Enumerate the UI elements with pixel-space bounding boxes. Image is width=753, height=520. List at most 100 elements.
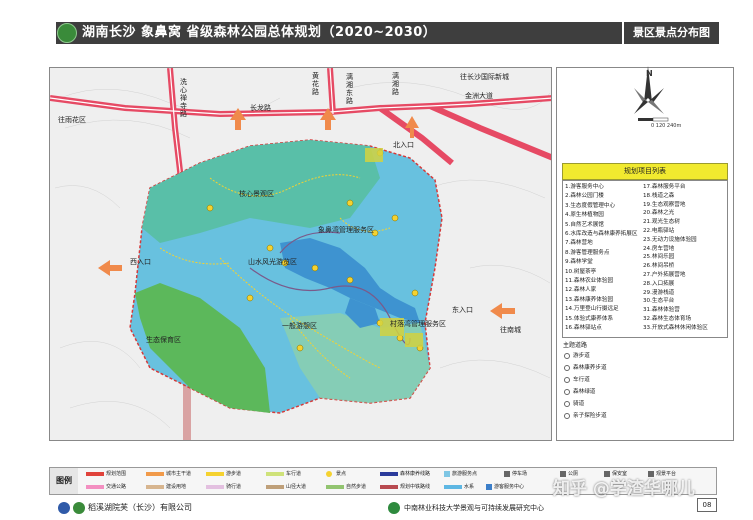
list-item: 21.观光生态树 — [643, 219, 680, 226]
legend-item: 自然步道 — [346, 484, 367, 490]
list-item: 22.电瓶驿站 — [643, 228, 675, 234]
list-item: 27.户外拓展营地 — [643, 272, 686, 278]
entrance-label-west: 西入口 — [130, 258, 151, 266]
legend-swatch — [326, 485, 344, 489]
theme-item: 森林康养步道 — [573, 364, 607, 371]
list-item: 19.生态观察营地 — [643, 201, 686, 208]
road-label-r4: 黄花路 — [312, 72, 319, 96]
compass-rose-icon — [634, 66, 669, 122]
theme-item: 森林绿道 — [573, 388, 596, 395]
legend-item: 规划范围 — [106, 471, 127, 477]
footer-company: 稻溪湖院芙（长沙）有限公司 — [88, 503, 192, 512]
section-title: 景区景点分布图 — [633, 26, 710, 39]
north-label: N — [646, 69, 653, 78]
list-item: 15.体验式康养体系 — [565, 315, 614, 322]
area-label-core: 核心景观区 — [239, 190, 274, 198]
legend-item: 规划中铁路线 — [400, 484, 431, 490]
legend-item: 车行道 — [286, 471, 302, 477]
list-item: 12.森林人家 — [565, 287, 597, 294]
list-item: 20.森林之光 — [643, 210, 675, 217]
legend-item: 骑行道 — [226, 484, 242, 490]
road-label-r1: 洗心禅寺路 — [180, 78, 187, 118]
list-item: 11.森林农业体验园 — [565, 278, 614, 284]
forest-park-logo-icon — [57, 23, 77, 43]
footer-institution: 中南林业科技大学景观与可持续发展研究中心 — [404, 504, 544, 512]
road-label-r9: 往南城 — [500, 326, 521, 334]
legend-swatch — [380, 485, 398, 489]
legend-swatch — [206, 472, 224, 476]
legend-item: 景点 — [336, 471, 347, 477]
road-label-r5: 漓湘东路 — [346, 73, 353, 105]
list-item: 32.森林生态体育场 — [643, 316, 692, 322]
legend-item: 城市主干道 — [166, 471, 192, 477]
legend-item: 保安室 — [612, 471, 628, 477]
road-label-r2: 长龙路 — [250, 104, 271, 112]
company-logo-icon — [58, 502, 70, 514]
theme-swatch — [564, 401, 570, 407]
legend-swatch — [86, 485, 104, 489]
map-panel[interactable]: 核心景观区 象鼻湾管理服务区 山水风光游览区 一般游憩区 生态保育区 村落湾管理… — [49, 67, 552, 441]
legend-swatch — [86, 472, 104, 476]
legend-swatch — [444, 471, 450, 477]
list-item: 6.水库改造与森林康养拓展区 — [565, 231, 638, 237]
list-item: 30.生态平台 — [643, 298, 675, 305]
legend-item: 水系 — [464, 484, 475, 490]
park-map — [50, 68, 551, 440]
viewpoint-icon — [648, 471, 654, 477]
theme-item: 游步道 — [573, 352, 590, 359]
legend-item: 公厕 — [568, 471, 579, 477]
area-label-cundong: 村落湾管理服务区 — [390, 320, 446, 328]
legend-item: 观景平台 — [656, 471, 677, 477]
road-label-r6: 漓湘路 — [392, 72, 399, 96]
legend-item: 停车场 — [512, 471, 528, 477]
parking-icon — [504, 471, 510, 477]
road-label-r7: 往雨花区 — [58, 116, 86, 124]
list-item: 26.林间吊桥 — [643, 263, 675, 270]
legend-swatch — [146, 485, 164, 489]
list-item: 25.林间乐园 — [643, 254, 675, 261]
list-item: 13.森林康养体验园 — [565, 296, 614, 303]
list-item: 4.原生林植物园 — [565, 212, 604, 219]
watermark: 知乎 @学渣华哪儿 — [553, 479, 695, 499]
area-label-shanshui: 山水风光游览区 — [248, 258, 297, 266]
university-logo-icon — [388, 502, 400, 514]
list-item: 31.森林体验营 — [643, 307, 680, 314]
page: 湖南长沙 象鼻窝 省级森林公园总体规划（2020~2030） 景区景点分布图 核… — [0, 0, 753, 520]
page-number: 08 — [702, 501, 712, 509]
theme-swatch — [564, 377, 570, 383]
list-item: 14.万里登山行摄远足 — [565, 306, 619, 313]
legend-swatch — [266, 472, 284, 476]
visitor-center-icon — [486, 484, 492, 490]
list-item: 28.入口拓展 — [643, 280, 675, 287]
legend-item: 建设用地 — [166, 484, 187, 490]
list-item: 18.栈道之森 — [643, 192, 675, 199]
legend-item: 交通公路 — [106, 484, 127, 490]
legend-item: 山径大道 — [286, 484, 307, 490]
legend-swatch — [206, 485, 224, 489]
list-item: 2.森林公园门楼 — [565, 193, 604, 200]
page-title: 湖南长沙 象鼻窝 省级森林公园总体规划（2020~2030） — [82, 25, 437, 40]
list-item: 10.树屋茶亭 — [565, 268, 597, 275]
road-label-r8: 往长沙国际新城 — [460, 73, 509, 81]
list-item: 8.游客管理服务点 — [565, 249, 610, 256]
entrance-label-north: 北入口 — [393, 141, 414, 149]
themes-title: 主题道路 — [563, 342, 588, 349]
list-item: 24.房车营地 — [643, 245, 675, 252]
theme-swatch — [564, 353, 570, 359]
theme-swatch — [564, 413, 570, 419]
project-list-title: 规划项目列表 — [624, 167, 666, 175]
partner-logo-icon — [73, 502, 85, 514]
theme-item: 骑道 — [573, 400, 585, 407]
legend-swatch — [380, 472, 398, 476]
legend-item: 游客服务中心 — [494, 484, 525, 490]
area-label-shengtai: 生态保育区 — [146, 336, 181, 344]
list-item: 23.无动力设施体验园 — [643, 236, 697, 243]
legend-item: 游步道 — [226, 471, 242, 477]
list-item: 3.生态度假管理中心 — [565, 202, 616, 209]
list-item: 9.森林学堂 — [565, 259, 593, 266]
list-item: 33.开放式森林休闲体验区 — [643, 324, 708, 331]
road-label-r3: 金洲大道 — [465, 92, 493, 100]
legend-swatch — [146, 472, 164, 476]
area-label-yiban: 一般游憩区 — [282, 322, 317, 330]
theme-item: 车行道 — [573, 376, 590, 383]
